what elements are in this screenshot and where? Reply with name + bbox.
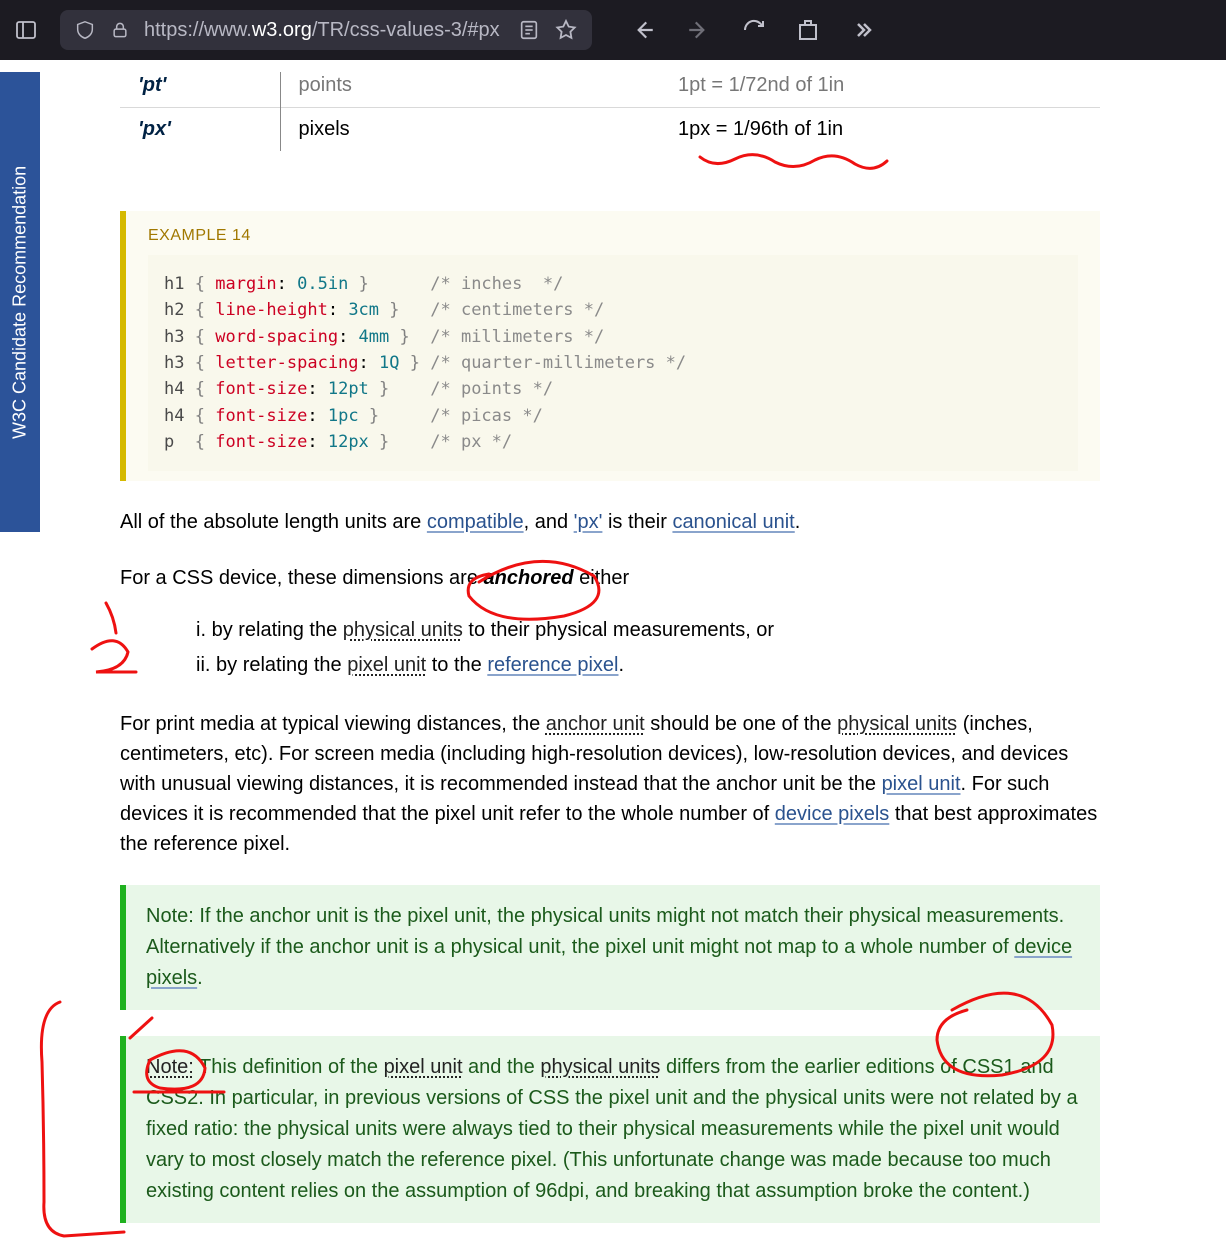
unit-desc-cell: 1pt = 1/72nd of 1in <box>660 72 1100 108</box>
reader-mode-icon[interactable] <box>518 19 540 41</box>
unit-cell: pt <box>120 72 280 108</box>
lock-icon[interactable] <box>110 20 130 40</box>
link-pixel-unit[interactable]: pixel unit <box>347 654 426 676</box>
note-box: Note: This definition of the pixel unit … <box>120 1036 1100 1223</box>
unit-desc-cell: 1px = 1/96th of 1in <box>660 108 1100 152</box>
code-block: h1 { margin: 0.5in } /* inches */ h2 { l… <box>148 255 1078 471</box>
link-canonical-unit[interactable]: canonical unit <box>672 511 794 533</box>
browser-toolbar: https://www.w3.org/TR/css-values-3/#px <box>0 0 1226 60</box>
overflow-icon[interactable] <box>850 18 874 42</box>
link-compatible[interactable]: compatible <box>427 511 524 533</box>
example-title: EXAMPLE 14 <box>148 227 1078 245</box>
example-box: EXAMPLE 14 h1 { margin: 0.5in } /* inche… <box>120 211 1100 481</box>
sidebar-toggle-icon[interactable] <box>14 18 38 42</box>
nav-back-icon[interactable] <box>630 17 656 43</box>
note-box: Note: If the anchor unit is the pixel un… <box>120 885 1100 1010</box>
link-pixel-unit[interactable]: pixel unit <box>882 773 961 795</box>
link-pixel-unit[interactable]: pixel unit <box>384 1056 463 1078</box>
term-anchored: anchored <box>484 567 574 589</box>
link-reference-pixel[interactable]: reference pixel <box>487 654 618 676</box>
link-physical-units[interactable]: physical units <box>540 1056 660 1078</box>
link-device-pixels[interactable]: device pixels <box>775 803 890 825</box>
paragraph: For print media at typical viewing dista… <box>120 709 1100 859</box>
link-physical-units[interactable]: physical units <box>343 619 463 641</box>
ordered-list: by relating the physical units to their … <box>120 613 1206 683</box>
units-table: pt points 1pt = 1/72nd of 1in px pixels … <box>120 72 1100 151</box>
list-item: by relating the pixel unit to the refere… <box>196 648 1206 683</box>
unit-name-cell: points <box>280 72 660 108</box>
list-item: by relating the physical units to their … <box>196 613 1206 648</box>
link-anchor-unit[interactable]: anchor unit <box>546 713 645 735</box>
unit-name-cell: pixels <box>280 108 660 152</box>
link-px[interactable]: 'px' <box>574 511 603 533</box>
table-row: px pixels 1px = 1/96th of 1in <box>120 108 1100 152</box>
shield-icon[interactable] <box>74 19 96 41</box>
paragraph: All of the absolute length units are com… <box>120 507 1100 537</box>
doc-status-sidebar: W3C Candidate Recommendation <box>0 72 40 532</box>
link-physical-units[interactable]: physical units <box>837 713 957 735</box>
unit-cell: px <box>120 108 280 152</box>
install-icon[interactable] <box>796 18 820 42</box>
note-label: Note: <box>146 1056 194 1078</box>
url-bar[interactable]: https://www.w3.org/TR/css-values-3/#px <box>60 10 592 50</box>
paragraph: For a CSS device, these dimensions are a… <box>120 563 1100 593</box>
reload-icon[interactable] <box>742 18 766 42</box>
url-text: https://www.w3.org/TR/css-values-3/#px <box>144 19 500 42</box>
page-content: pt points 1pt = 1/72nd of 1in px pixels … <box>40 72 1226 1223</box>
bookmark-star-icon[interactable] <box>554 18 578 42</box>
nav-forward-icon[interactable] <box>686 17 712 43</box>
table-row: pt points 1pt = 1/72nd of 1in <box>120 72 1100 108</box>
